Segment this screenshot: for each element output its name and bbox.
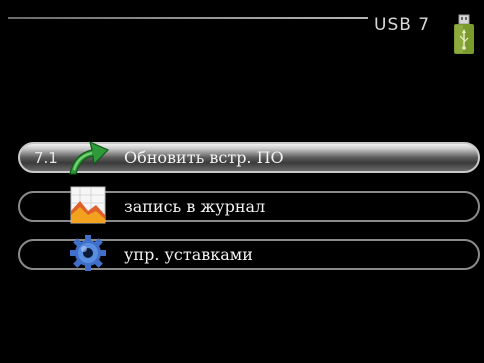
menu-item-label: упр. уставками [124, 245, 253, 264]
update-arrow-icon [69, 140, 110, 175]
header-divider [8, 17, 368, 19]
log-chart-icon [70, 186, 106, 224]
menu-item-number: 7.1 [34, 149, 58, 167]
menu-item-label: Обновить встр. ПО [124, 148, 284, 167]
menu-item-update-firmware[interactable]: 7.1 Обновить встр. ПО [18, 140, 480, 175]
menu-item-label: запись в журнал [124, 197, 266, 216]
usb-icon [454, 14, 474, 54]
menu-item-logging[interactable]: запись в журнал [18, 186, 480, 224]
settings-gear-icon [70, 235, 106, 271]
usb-menu-screen: USB 7 7.1 Обновить встр. ПО запись в жур… [0, 0, 484, 363]
menu-item-settings[interactable]: упр. уставками [18, 235, 480, 271]
page-title: USB 7 [374, 15, 431, 35]
